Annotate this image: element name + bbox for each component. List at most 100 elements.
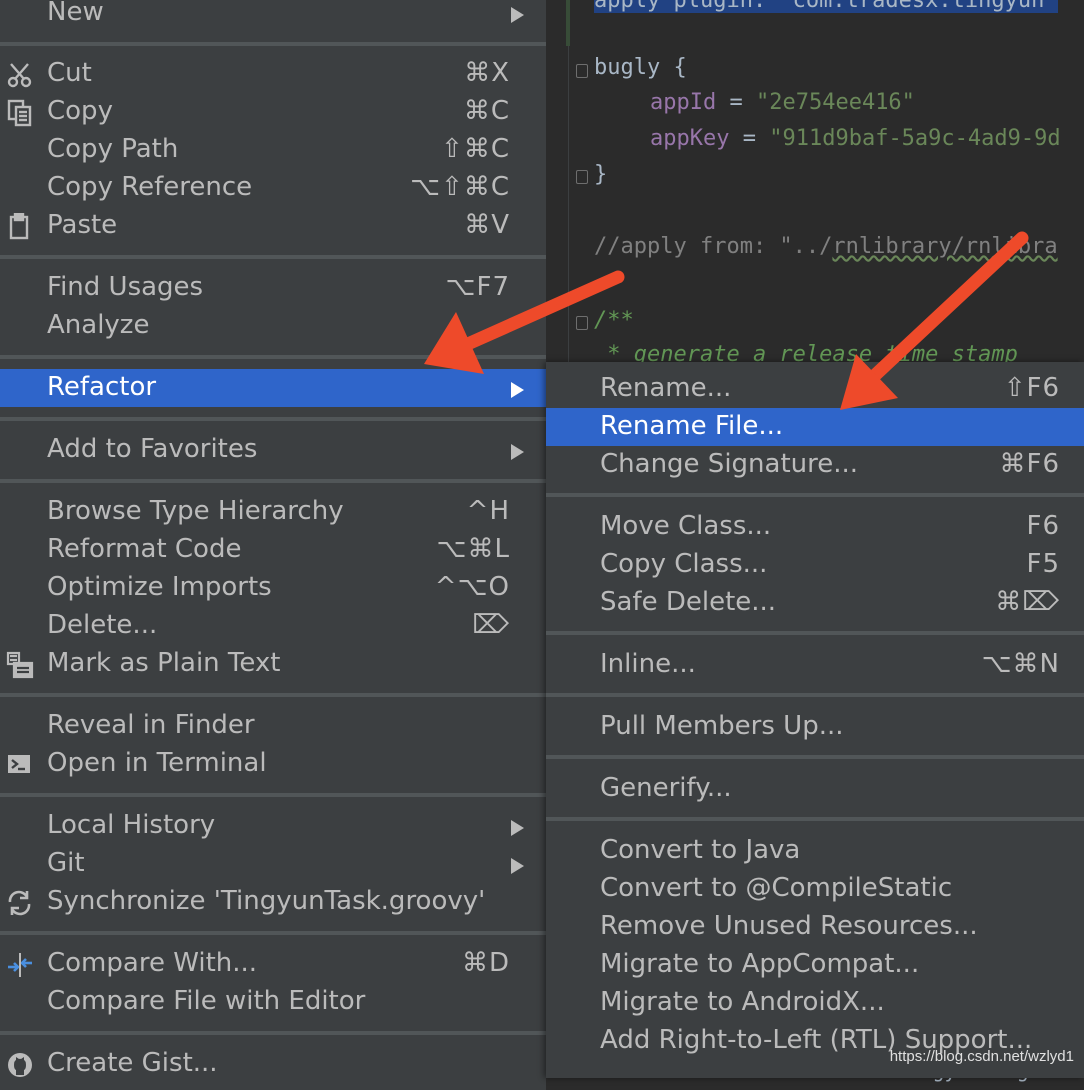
menu-item-label: Migrate to AndroidX... xyxy=(600,987,885,1017)
submenu-item-safe-delete[interactable]: Safe Delete... ⌘⌦ xyxy=(546,584,1084,622)
menu-item-label: Reveal in Finder xyxy=(47,710,255,740)
shortcut-label: ⌥⌘N xyxy=(981,649,1060,679)
submenu-item-copy-class[interactable]: Copy Class... F5 xyxy=(546,546,1084,584)
menu-item-mark-as-plain-text[interactable]: Mark as Plain Text xyxy=(0,645,546,683)
shortcut-label: ⌘X xyxy=(464,58,510,88)
submenu-arrow-icon xyxy=(511,7,524,23)
menu-item-cut[interactable]: Cut ⌘X xyxy=(0,55,546,93)
menu-item-open-in-terminal[interactable]: Open in Terminal xyxy=(0,745,546,783)
code-line-comment: //apply from: "../rnlibrary/rnlibra xyxy=(594,232,1058,262)
vcs-change-marker xyxy=(566,0,570,46)
shortcut-label: ⌘⌦ xyxy=(995,587,1060,617)
menu-separator xyxy=(546,631,1084,635)
scissors-icon xyxy=(6,61,34,89)
menu-item-reveal-in-finder[interactable]: Reveal in Finder xyxy=(0,707,546,745)
menu-item-compare-file-with-editor[interactable]: Compare File with Editor xyxy=(0,983,546,1021)
menu-item-label: Migrate to AppCompat... xyxy=(600,949,920,979)
menu-item-delete[interactable]: Delete... ⌦ xyxy=(0,607,546,645)
menu-item-label: Add to Favorites xyxy=(47,434,258,464)
menu-item-compare-with[interactable]: Compare With... ⌘D xyxy=(0,945,546,983)
menu-item-label: Safe Delete... xyxy=(600,587,777,617)
shortcut-label: ⌘V xyxy=(464,210,510,240)
shortcut-label: ⌘F6 xyxy=(999,449,1060,479)
fold-marker-icon[interactable] xyxy=(576,170,588,184)
menu-item-optimize-imports[interactable]: Optimize Imports ^⌥O xyxy=(0,569,546,607)
menu-item-new[interactable]: New xyxy=(0,0,546,32)
menu-item-label: Delete... xyxy=(47,610,158,640)
code-line-bugly-open: bugly { xyxy=(594,55,687,80)
menu-separator xyxy=(0,255,546,259)
submenu-item-inline[interactable]: Inline... ⌥⌘N xyxy=(546,646,1084,684)
menu-item-label: Synchronize 'TingyunTask.groovy' xyxy=(47,886,486,916)
fold-marker-icon[interactable] xyxy=(576,64,588,78)
submenu-item-remove-unused-resources[interactable]: Remove Unused Resources... xyxy=(546,908,1084,946)
menu-separator xyxy=(0,355,546,359)
shortcut-label: ⌘C xyxy=(463,96,510,126)
submenu-item-migrate-to-appcompat[interactable]: Migrate to AppCompat... xyxy=(546,946,1084,984)
menu-item-label: Paste xyxy=(47,210,118,240)
submenu-item-move-class[interactable]: Move Class... F6 xyxy=(546,508,1084,546)
menu-item-create-gist[interactable]: Create Gist... xyxy=(0,1045,546,1083)
watermark-text: https://blog.csdn.net/wzlyd1 xyxy=(889,1048,1074,1065)
compare-arrows-icon xyxy=(6,951,34,979)
menu-item-copy-reference[interactable]: Copy Reference ⌥⇧⌘C xyxy=(0,169,546,207)
menu-item-copy-path[interactable]: Copy Path ⇧⌘C xyxy=(0,131,546,169)
menu-item-synchronize[interactable]: Synchronize 'TingyunTask.groovy' xyxy=(0,883,546,921)
menu-separator xyxy=(0,693,546,697)
fold-marker-icon[interactable] xyxy=(576,316,588,330)
submenu-item-convert-to-java[interactable]: Convert to Java xyxy=(546,832,1084,870)
menu-item-label: Copy Class... xyxy=(600,549,768,579)
menu-item-label: Mark as Plain Text xyxy=(47,648,281,678)
submenu-item-change-signature[interactable]: Change Signature... ⌘F6 xyxy=(546,446,1084,484)
submenu-item-pull-members-up[interactable]: Pull Members Up... xyxy=(546,708,1084,746)
menu-item-label: Inline... xyxy=(600,649,696,679)
submenu-item-migrate-to-androidx[interactable]: Migrate to AndroidX... xyxy=(546,984,1084,1022)
submenu-arrow-icon xyxy=(511,858,524,874)
code-appkey-eq: = xyxy=(729,126,770,151)
menu-item-find-usages[interactable]: Find Usages ⌥F7 xyxy=(0,269,546,307)
menu-item-label: Analyze xyxy=(47,310,150,340)
menu-item-label: Convert to @CompileStatic xyxy=(600,873,953,903)
menu-item-label: Refactor xyxy=(47,372,157,402)
code-appid-key: appId xyxy=(650,90,717,115)
menu-item-label: New xyxy=(47,0,104,27)
menu-item-local-history[interactable]: Local History xyxy=(0,807,546,845)
code-line-close-brace: } xyxy=(594,162,608,187)
menu-item-label: Rename File... xyxy=(600,411,784,441)
shortcut-label: ^⌥O xyxy=(434,572,510,602)
menu-separator xyxy=(546,817,1084,821)
code-comment-link: rnlibrary/rnlibra xyxy=(832,234,1058,259)
context-menu: New Cut ⌘X Copy ⌘C Copy Path ⇧⌘C Copy Re… xyxy=(0,0,546,1090)
github-icon xyxy=(6,1051,34,1079)
submenu-item-rename-file[interactable]: Rename File... xyxy=(546,408,1084,446)
menu-item-analyze[interactable]: Analyze xyxy=(0,307,546,345)
shortcut-label: ⇧F6 xyxy=(1003,373,1060,403)
menu-item-copy[interactable]: Copy ⌘C xyxy=(0,93,546,131)
shortcut-label: ⌥⌘L xyxy=(436,534,510,564)
submenu-item-generify[interactable]: Generify... xyxy=(546,770,1084,808)
menu-item-git[interactable]: Git xyxy=(0,845,546,883)
clipboard-icon xyxy=(6,212,34,241)
menu-item-add-to-favorites[interactable]: Add to Favorites xyxy=(0,431,546,469)
menu-item-label: Optimize Imports xyxy=(47,572,272,602)
menu-item-refactor[interactable]: Refactor xyxy=(0,369,546,407)
menu-item-browse-type-hierarchy[interactable]: Browse Type Hierarchy ^H xyxy=(0,493,546,531)
menu-item-reformat-code[interactable]: Reformat Code ⌥⌘L xyxy=(0,531,546,569)
menu-item-label: Local History xyxy=(47,810,216,840)
refactor-submenu: Rename... ⇧F6 Rename File... Change Sign… xyxy=(546,362,1084,1078)
menu-item-label: Compare With... xyxy=(47,948,258,978)
menu-separator xyxy=(546,493,1084,497)
menu-separator xyxy=(0,417,546,421)
submenu-item-rename[interactable]: Rename... ⇧F6 xyxy=(546,370,1084,408)
menu-item-paste[interactable]: Paste ⌘V xyxy=(0,207,546,245)
code-apply-plugin-text: apply plugin: 'com.tradesx.tingyun' xyxy=(594,0,1058,13)
terminal-icon xyxy=(6,751,34,779)
menu-item-label: Git xyxy=(47,848,85,878)
menu-item-label: Find Usages xyxy=(47,272,204,302)
submenu-item-convert-to-compilestatic[interactable]: Convert to @CompileStatic xyxy=(546,870,1084,908)
menu-separator xyxy=(546,693,1084,697)
menu-item-label: Copy xyxy=(47,96,113,126)
submenu-arrow-icon xyxy=(511,444,524,460)
code-line-doc-open: /** xyxy=(594,308,634,333)
shortcut-label: ⌘D xyxy=(461,948,510,978)
